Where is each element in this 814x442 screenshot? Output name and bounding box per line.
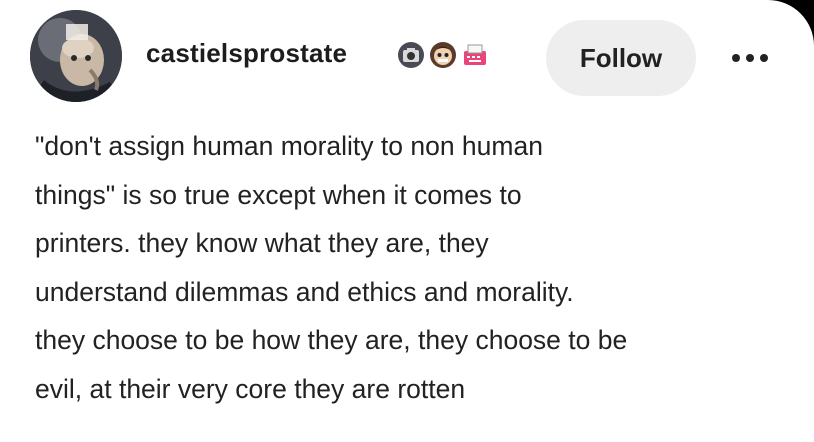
face-badge-icon[interactable] — [429, 41, 457, 69]
camera-badge-icon[interactable] — [397, 41, 425, 69]
post-text: "don't assign human morality to non huma… — [35, 131, 628, 404]
more-options-icon — [732, 54, 768, 62]
more-options-button[interactable] — [726, 44, 774, 72]
avatar-image — [30, 10, 122, 102]
badge-group — [397, 41, 489, 69]
typewriter-badge-icon[interactable] — [461, 41, 489, 69]
avatar[interactable] — [30, 10, 122, 102]
username[interactable]: castielsprostate — [146, 38, 347, 69]
follow-button[interactable]: Follow — [546, 20, 696, 96]
post-card: castielsprostate Follow "don't assign hu… — [0, 0, 814, 442]
